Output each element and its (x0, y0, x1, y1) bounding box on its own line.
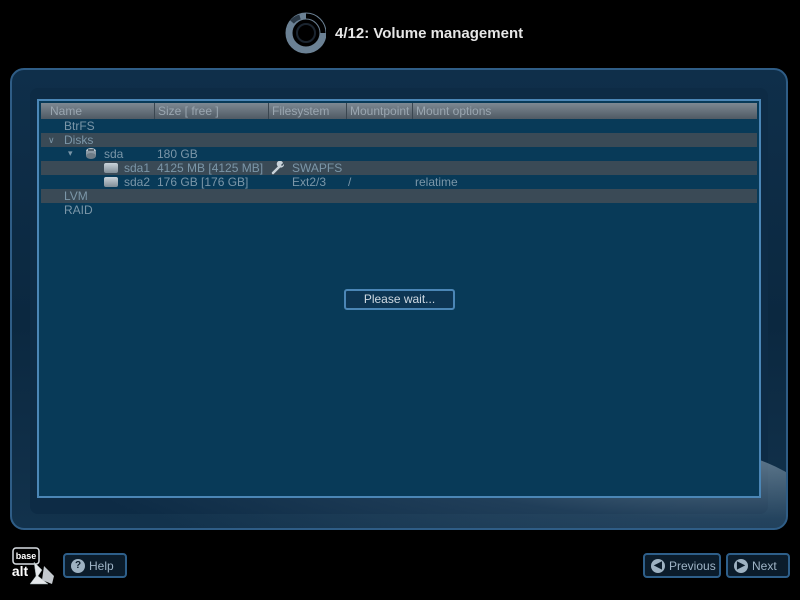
size-cell: 180 GB (157, 147, 198, 161)
header: 4/12: Volume management (0, 0, 800, 66)
help-icon: ? (71, 558, 85, 573)
wrench-icon (271, 161, 285, 175)
tree-label: Disks (64, 133, 94, 147)
filesystem-cell: Ext2/3 (292, 175, 327, 189)
tree-row-sda2[interactable]: sda2 176 GB [176 GB] Ext2/3 / relatime (41, 175, 757, 189)
tree-label: sda2 (124, 175, 151, 189)
arrow-left-icon: ◀ (651, 558, 665, 573)
tree-label: sda (104, 147, 124, 161)
tree-row-disks[interactable]: ∨ Disks (41, 133, 757, 147)
page-title: 4/12: Volume management (335, 25, 524, 42)
tree-label: sda1 (124, 161, 151, 175)
column-header-name[interactable]: Name (41, 103, 155, 119)
svg-text:alt: alt (12, 563, 29, 579)
previous-button[interactable]: ◀ Previous (643, 553, 721, 578)
partition-icon (104, 177, 118, 187)
partition-icon (104, 163, 118, 173)
tree-row-btrfs[interactable]: BtrFS (41, 119, 757, 133)
tree-row-raid[interactable]: RAID (41, 203, 757, 217)
volume-tree: BtrFS ∨ Disks ▾ sda 180 GB sda1 4125 MB … (41, 119, 757, 217)
next-label: Next (752, 558, 777, 573)
help-label: Help (89, 558, 114, 573)
installer-logo-icon (285, 12, 326, 54)
collapse-arrow-icon[interactable]: ∨ (48, 133, 55, 147)
mount-options-cell: relatime (415, 175, 458, 189)
tree-header: Name Size [ free ] Filesystem Mountpoint… (41, 103, 757, 119)
column-header-size[interactable]: Size [ free ] (155, 103, 269, 119)
tree-label: RAID (64, 203, 93, 217)
please-wait-button[interactable]: Please wait... (344, 289, 455, 310)
help-button[interactable]: ? Help (63, 553, 127, 578)
filesystem-cell: SWAPFS (292, 161, 343, 175)
tree-row-lvm[interactable]: LVM (41, 189, 757, 203)
expand-arrow-icon[interactable]: ▾ (68, 146, 73, 160)
size-cell: 176 GB [176 GB] (157, 175, 249, 189)
basealt-logo-icon: base alt (12, 547, 54, 585)
tree-label: LVM (64, 189, 88, 203)
previous-label: Previous (669, 558, 716, 573)
arrow-right-icon: ▶ (734, 558, 748, 573)
tree-label: BtrFS (64, 119, 95, 133)
svg-text:base: base (16, 551, 37, 561)
mountpoint-cell: / (348, 175, 352, 189)
tree-row-sda[interactable]: ▾ sda 180 GB (41, 147, 757, 161)
disk-drive-icon (86, 148, 96, 159)
column-header-mountpoint[interactable]: Mountpoint (347, 103, 413, 119)
next-button[interactable]: ▶ Next (726, 553, 790, 578)
column-header-filesystem[interactable]: Filesystem (269, 103, 347, 119)
tree-row-sda1[interactable]: sda1 4125 MB [4125 MB] SWAPFS (41, 161, 757, 175)
column-header-mount-options[interactable]: Mount options (413, 103, 757, 119)
size-cell: 4125 MB [4125 MB] (157, 161, 264, 175)
